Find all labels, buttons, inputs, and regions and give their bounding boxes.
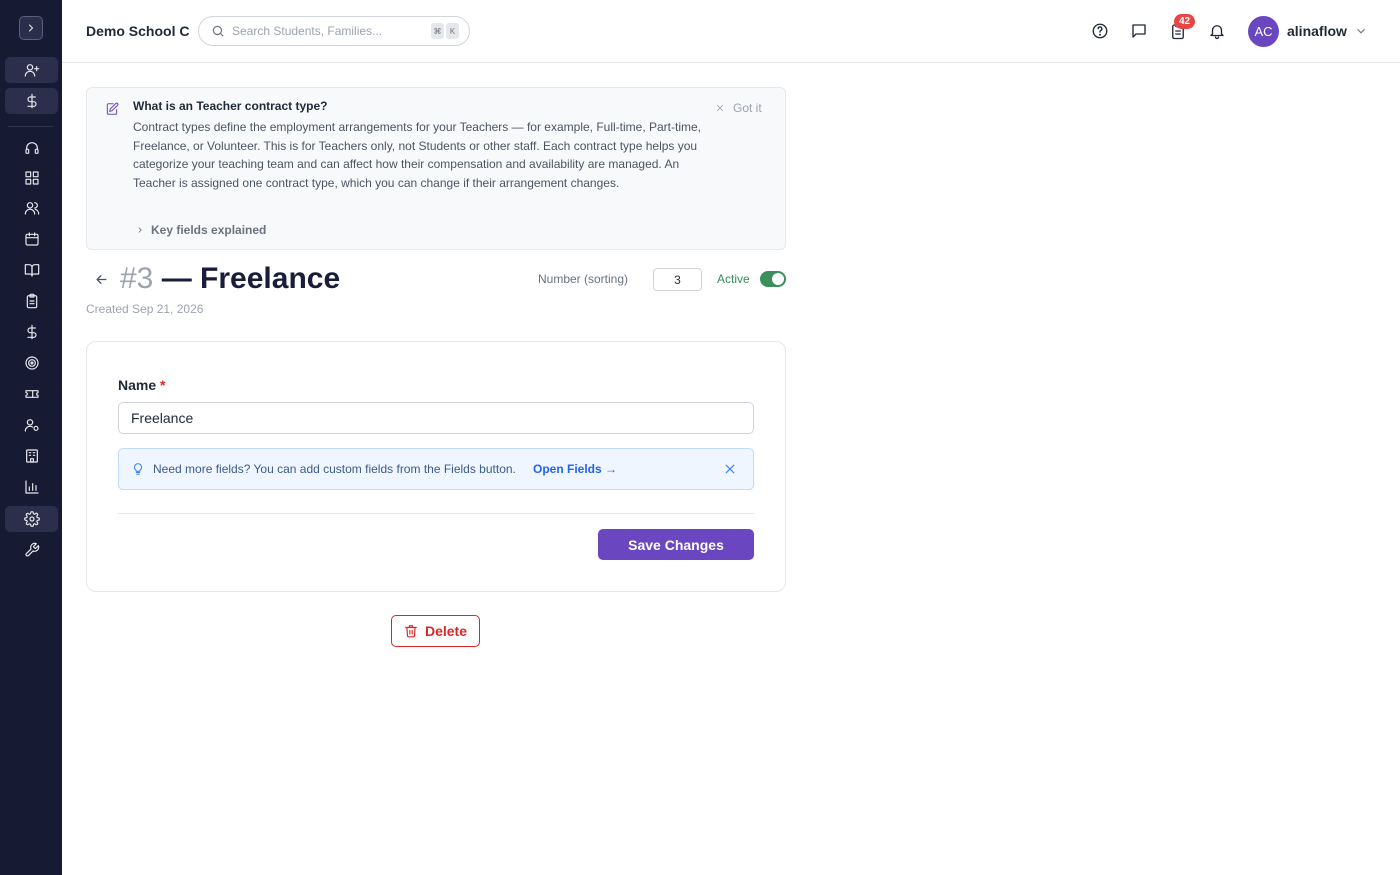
dismiss-info-button[interactable]: Got it: [715, 101, 762, 115]
sidebar-divider: [8, 126, 54, 127]
key-fields-label: Key fields explained: [151, 223, 267, 237]
sidebar-item-calendar[interactable]: [5, 226, 58, 252]
custom-fields-tip: Need more fields? You can add custom fie…: [118, 448, 754, 490]
tasks-count-badge: 42: [1174, 14, 1196, 29]
key-fields-toggle[interactable]: Key fields explained: [135, 223, 266, 237]
grid-icon: [24, 171, 39, 185]
kbd-k: K: [446, 23, 459, 39]
chevron-down-icon: [1357, 28, 1365, 34]
dollar-icon: [26, 324, 37, 340]
lightbulb-icon: [131, 462, 145, 481]
sort-number-label: Number (sorting): [538, 272, 629, 286]
trash-icon: [405, 625, 417, 638]
sidebar-item-staff-settings[interactable]: [5, 412, 58, 438]
record-title: — Freelance: [161, 262, 341, 295]
name-input[interactable]: [118, 402, 754, 434]
sidebar-expand-button[interactable]: [19, 16, 43, 40]
sidebar-item-people[interactable]: [5, 195, 58, 221]
user-plus-icon: [24, 64, 39, 77]
kbd-cmd: ⌘: [431, 23, 444, 39]
calendar-icon: [24, 232, 39, 246]
search-icon: [212, 25, 224, 37]
clipboard-icon: [26, 293, 37, 309]
sidebar-item-goals[interactable]: [5, 350, 58, 376]
shortcut-hint: ⌘ K: [429, 23, 459, 39]
sidebar-item-reports[interactable]: [5, 474, 58, 500]
arrow-left-icon: [96, 274, 106, 284]
user-gear-icon: [24, 419, 39, 432]
school-name[interactable]: Demo School C: [86, 23, 189, 39]
sidebar-item-finance[interactable]: [5, 319, 58, 345]
save-changes-button[interactable]: Save Changes: [598, 529, 754, 560]
notifications-button[interactable]: [1206, 20, 1228, 42]
chat-icon: [1132, 24, 1146, 38]
dismiss-label: Got it: [733, 101, 762, 115]
wrench-icon: [24, 542, 39, 557]
sidebar-item-add-user[interactable]: [5, 57, 58, 83]
ticket-icon: [24, 390, 39, 398]
sidebar: [0, 0, 62, 875]
form-divider: [118, 513, 754, 514]
open-fields-link[interactable]: Open Fields →: [533, 462, 617, 476]
close-icon: [716, 104, 724, 112]
info-title: What is an Teacher contract type?: [133, 99, 328, 113]
username[interactable]: alinaflow: [1287, 23, 1347, 39]
sidebar-item-tickets[interactable]: [5, 381, 58, 407]
active-toggle[interactable]: [760, 271, 786, 287]
sidebar-item-support[interactable]: [5, 135, 58, 161]
sidebar-item-tools[interactable]: [5, 537, 58, 563]
help-button[interactable]: [1089, 20, 1111, 42]
bell-icon: [1210, 25, 1224, 40]
user-menu-toggle[interactable]: [1354, 24, 1368, 43]
headset-icon: [24, 142, 39, 154]
edit-note-icon: [105, 102, 119, 121]
sidebar-item-dashboard[interactable]: [5, 165, 58, 191]
required-mark: *: [160, 377, 166, 393]
help-circle-icon: [1092, 23, 1108, 39]
name-field-label: Name *: [118, 377, 165, 393]
name-label-text: Name: [118, 377, 157, 393]
building-icon: [25, 449, 38, 463]
close-icon: [725, 464, 735, 474]
users-icon: [24, 202, 39, 215]
book-icon: [24, 264, 39, 277]
sidebar-item-billing[interactable]: [5, 88, 58, 114]
chevron-right-icon: [28, 24, 34, 32]
tip-close-button[interactable]: [723, 462, 737, 481]
dollar-icon: [26, 93, 37, 109]
back-button[interactable]: [92, 270, 110, 288]
top-bar: Demo School C ⌘ K 42 AC alinaflow: [62, 0, 1400, 63]
active-label: Active: [717, 272, 750, 286]
sidebar-item-courses[interactable]: [5, 257, 58, 283]
info-body: Contract types define the employment arr…: [133, 120, 702, 191]
search-input[interactable]: [232, 24, 422, 38]
bar-chart-icon: [24, 480, 39, 494]
edit-form-card: Name * Need more fields? You can add cus…: [86, 341, 786, 592]
delete-label: Delete: [424, 623, 468, 639]
target-icon: [24, 356, 39, 370]
messages-button[interactable]: [1128, 20, 1150, 42]
sidebar-item-assignments[interactable]: [5, 288, 58, 314]
page-title: #3 — Freelance: [120, 262, 340, 296]
sort-number-input[interactable]: [653, 268, 702, 291]
chevron-right-icon: [138, 227, 142, 233]
sidebar-item-organization[interactable]: [5, 443, 58, 469]
search-box[interactable]: ⌘ K: [198, 16, 470, 46]
sidebar-item-settings[interactable]: [5, 506, 58, 532]
gear-icon: [23, 511, 40, 527]
record-number: #3: [120, 262, 154, 295]
contract-type-info-box: What is an Teacher contract type? Contra…: [86, 87, 786, 250]
created-date: Created Sep 21, 2026: [86, 302, 204, 316]
avatar[interactable]: AC: [1248, 16, 1279, 47]
tip-text: Need more fields? You can add custom fie…: [153, 462, 516, 476]
delete-button[interactable]: Delete: [391, 615, 480, 647]
